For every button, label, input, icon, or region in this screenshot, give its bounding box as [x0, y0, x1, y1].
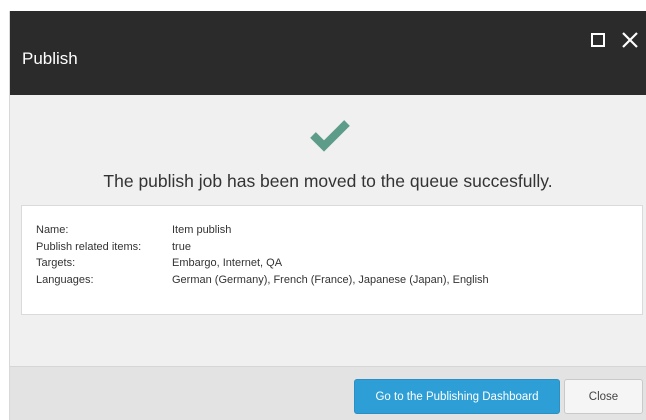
detail-value: true [172, 240, 191, 253]
maximize-icon [591, 33, 605, 47]
detail-row: Languages: German (Germany), French (Fra… [36, 272, 642, 289]
detail-label: Publish related items: [36, 240, 142, 253]
detail-label: Targets: [36, 257, 76, 270]
detail-row: Publish related items: true [36, 239, 642, 256]
close-icon [622, 32, 638, 48]
checkmark-icon [310, 120, 350, 152]
detail-row: Targets: Embargo, Internet, QA [36, 255, 642, 272]
detail-value: Item publish [172, 224, 232, 237]
success-message: The publish job has been moved to the qu… [103, 171, 553, 191]
publish-details-panel: Name: Item publish Publish related items… [21, 205, 643, 315]
dialog-content: The publish job has been moved to the qu… [10, 95, 646, 376]
detail-label: Languages: [36, 273, 94, 286]
publish-dialog: Publish The publish job has been moved t… [9, 11, 646, 420]
detail-value: German (Germany), French (France), Japan… [172, 273, 489, 286]
detail-row: Name: Item publish [36, 222, 642, 239]
detail-value: Embargo, Internet, QA [172, 257, 283, 270]
dialog-titlebar: Publish [10, 11, 646, 95]
go-to-publishing-dashboard-button[interactable]: Go to the Publishing Dashboard [354, 379, 560, 414]
dialog-title: Publish [22, 49, 78, 68]
maximize-button[interactable] [587, 29, 609, 51]
close-button[interactable]: Close [564, 379, 643, 414]
detail-label: Name: [36, 224, 69, 237]
dialog-footer: Go to the Publishing Dashboard Close [10, 366, 646, 420]
close-window-button[interactable] [619, 29, 641, 51]
